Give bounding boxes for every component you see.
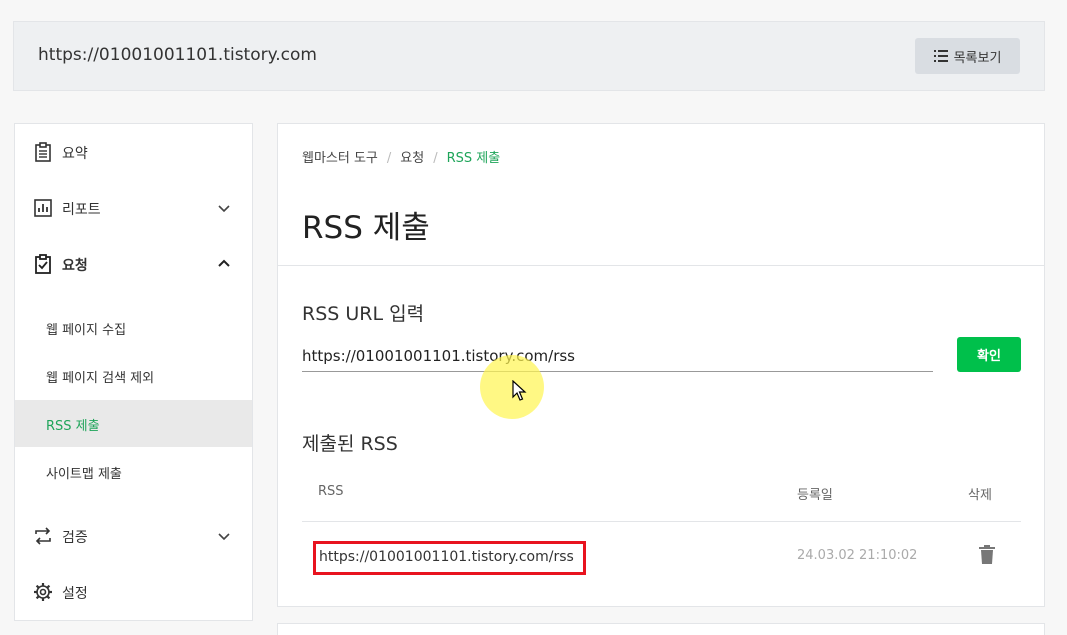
sidebar-item-label: 리포트 xyxy=(62,202,101,218)
clipboard-check-icon xyxy=(35,254,51,274)
sidebar-item-request[interactable]: 요청 xyxy=(15,244,252,284)
breadcrumb-item-webmaster-tools[interactable]: 웹마스터 도구 xyxy=(302,151,378,166)
table-divider xyxy=(302,521,1021,522)
breadcrumb-item-current: RSS 제출 xyxy=(446,151,501,166)
confirm-button[interactable]: 확인 xyxy=(957,337,1021,372)
main-panel: 웹마스터 도구 / 요청 / RSS 제출 RSS 제출 RSS URL 입력 확인 제… xyxy=(277,123,1045,607)
page-title: RSS 제출 xyxy=(302,210,430,246)
breadcrumb-separator: / xyxy=(386,151,392,166)
sidebar-item-label: 요약 xyxy=(62,146,88,162)
rss-url-input[interactable] xyxy=(302,340,933,372)
table-row-rss-url: https://01001001101.tistory.com/rss xyxy=(313,541,586,575)
repeat-icon xyxy=(35,527,51,545)
sidebar-subitem-web-page-exclude[interactable]: 웹 페이지 검색 제외 xyxy=(15,352,252,399)
sidebar-subitem-web-page-collect[interactable]: 웹 페이지 수집 xyxy=(15,304,252,351)
site-url: https://01001001101.tistory.com xyxy=(38,45,317,65)
submitted-rss-section-title: 제출된 RSS xyxy=(302,433,398,455)
sidebar-subitem-sitemap-submit[interactable]: 사이트맵 제출 xyxy=(15,448,252,495)
sidebar-subitem-rss-submit[interactable]: RSS 제출 xyxy=(15,400,252,447)
sidebar-item-verify[interactable]: 검증 xyxy=(15,516,252,556)
sidebar-item-label: 요청 xyxy=(62,258,88,274)
sidebar-subitem-label: 웹 페이지 수집 xyxy=(46,323,127,338)
sidebar-item-label: 설정 xyxy=(62,586,88,602)
sidebar-item-settings[interactable]: 설정 xyxy=(15,572,252,612)
list-icon xyxy=(933,50,948,62)
sidebar-item-report[interactable]: 리포트 xyxy=(15,188,252,228)
sidebar-item-summary[interactable]: 요약 xyxy=(15,132,252,172)
divider xyxy=(278,265,1044,266)
sidebar-subitem-label: 웹 페이지 검색 제외 xyxy=(46,371,155,386)
sidebar-subitem-label: RSS 제출 xyxy=(46,419,100,434)
gear-icon xyxy=(34,583,52,601)
rss-url-section-title: RSS URL 입력 xyxy=(302,303,425,325)
site-bar: https://01001001101.tistory.com 목록보기 xyxy=(13,21,1045,91)
table-row-date: 24.03.02 21:10:02 xyxy=(797,548,918,563)
table-header-date: 등록일 xyxy=(797,488,833,503)
delete-button[interactable] xyxy=(976,544,998,568)
list-view-button[interactable]: 목록보기 xyxy=(915,38,1020,74)
chevron-up-icon xyxy=(218,259,230,267)
chart-icon xyxy=(34,199,52,217)
table-header-delete: 삭제 xyxy=(968,488,992,503)
sidebar-item-label: 검증 xyxy=(62,530,88,546)
clipboard-icon xyxy=(35,142,51,162)
sidebar-subitem-label: 사이트맵 제출 xyxy=(46,467,122,482)
breadcrumb: 웹마스터 도구 / 요청 / RSS 제출 xyxy=(302,147,500,166)
chevron-down-icon xyxy=(218,533,230,541)
breadcrumb-item-request[interactable]: 요청 xyxy=(400,151,424,166)
sidebar: 요약 리포트 요청 웹 페이지 수집 웹 페이지 검색 제외 RSS 제출 사이… xyxy=(14,123,253,621)
table-header-rss: RSS xyxy=(318,484,344,499)
chevron-down-icon xyxy=(218,205,230,213)
main-panel-lower xyxy=(277,623,1045,635)
trash-icon xyxy=(979,544,995,564)
mouse-cursor-icon xyxy=(512,380,527,401)
breadcrumb-separator: / xyxy=(433,151,438,166)
list-view-label: 목록보기 xyxy=(953,50,1002,66)
